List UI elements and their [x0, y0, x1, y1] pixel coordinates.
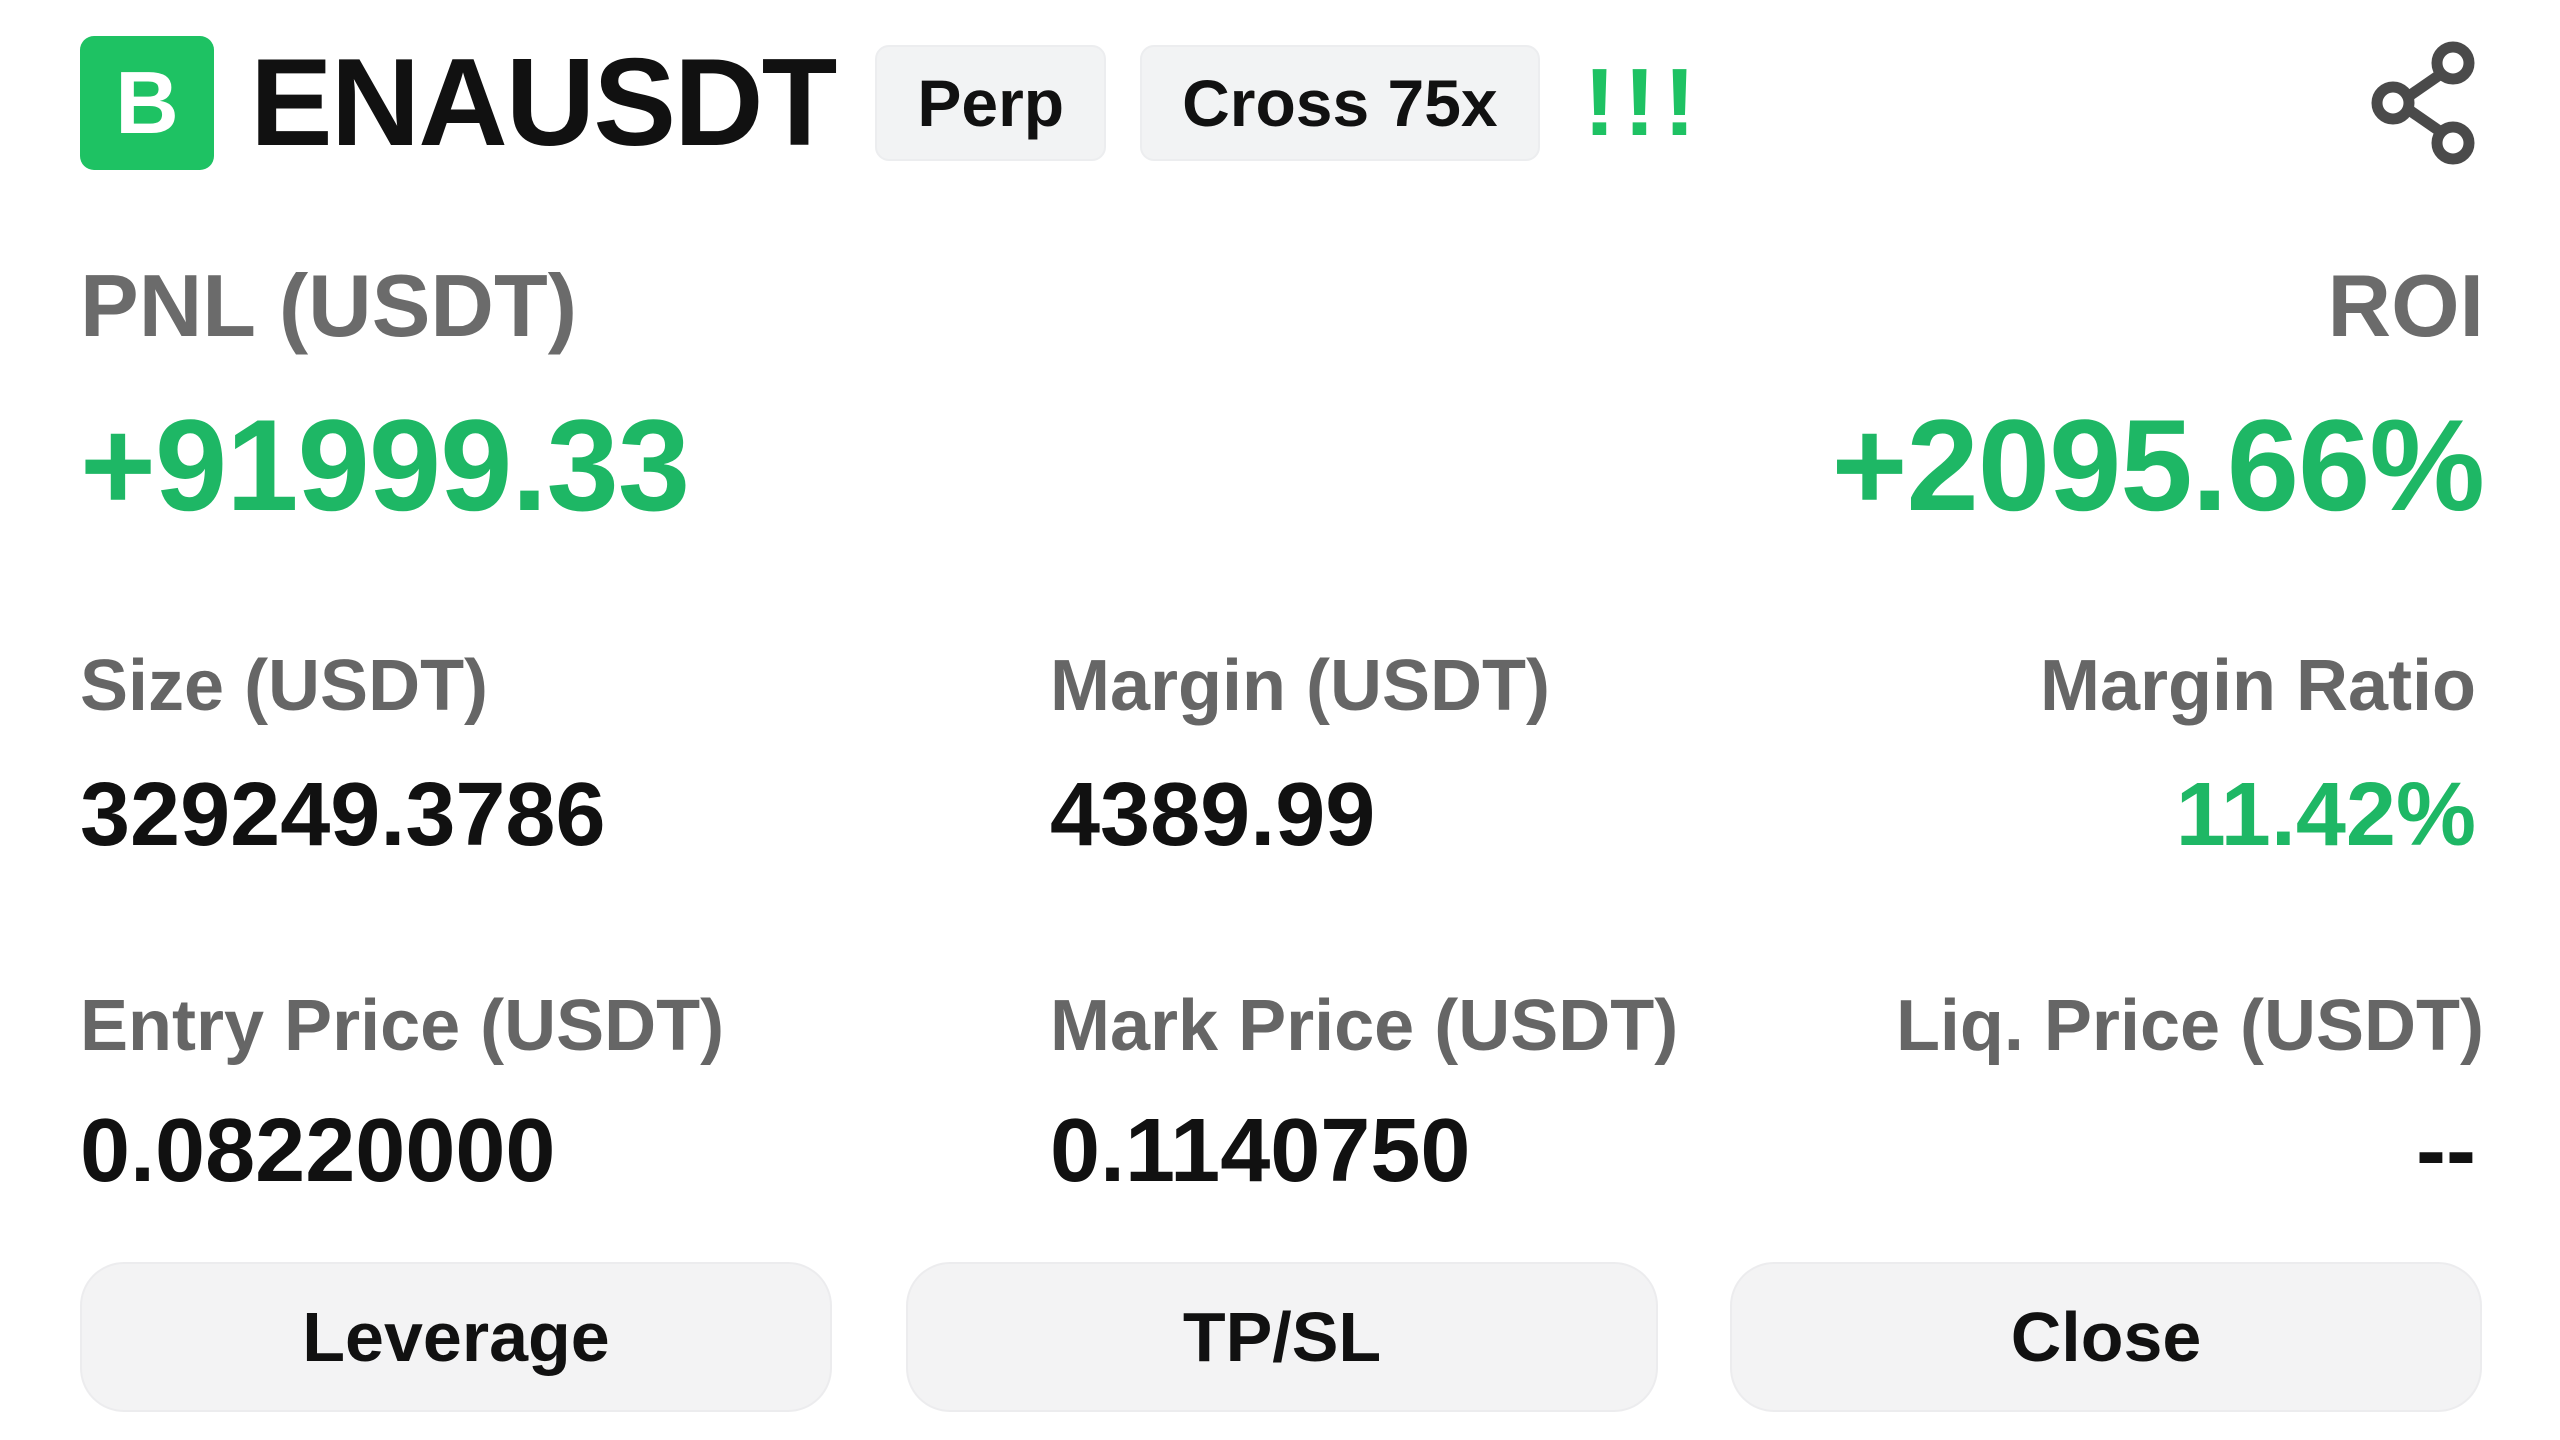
- roi-label: ROI: [2327, 256, 2484, 355]
- size-value: 329249.3786: [80, 765, 606, 865]
- tpsl-button[interactable]: TP/SL: [906, 1262, 1658, 1412]
- leverage-button[interactable]: Leverage: [80, 1262, 832, 1412]
- pnl-value: +91999.33: [80, 392, 690, 538]
- pnl-label: PNL (USDT): [80, 256, 578, 355]
- size-label: Size (USDT): [80, 646, 489, 726]
- roi-value: +2095.66%: [1831, 392, 2485, 538]
- mark-price-label: Mark Price (USDT): [1050, 986, 1679, 1066]
- alert-indicator: !!!: [1583, 49, 1704, 156]
- position-header: B ENAUSDT Perp Cross 75x !!!: [80, 36, 2484, 170]
- margin-value: 4389.99: [1050, 765, 1376, 865]
- liq-price-label: Liq. Price (USDT): [1895, 986, 2484, 1066]
- position-card: B ENAUSDT Perp Cross 75x !!! PNL (USDT) …: [0, 0, 2560, 1440]
- margin-label: Margin (USDT): [1050, 646, 1550, 726]
- exchange-logo-icon: B: [80, 36, 214, 170]
- margin-ratio-value: 11.42%: [2175, 765, 2476, 865]
- contract-type-chip: Perp: [875, 45, 1107, 161]
- entry-price-value: 0.08220000: [80, 1101, 556, 1201]
- mark-price-value: 0.1140750: [1050, 1101, 1471, 1201]
- share-glyph: [2371, 41, 2475, 165]
- liq-price-value: --: [2416, 1101, 2476, 1201]
- symbol-title: ENAUSDT: [250, 34, 837, 172]
- close-position-button[interactable]: Close: [1730, 1262, 2482, 1412]
- entry-price-label: Entry Price (USDT): [80, 986, 725, 1066]
- share-icon[interactable]: [2366, 38, 2484, 168]
- margin-ratio-label: Margin Ratio: [2039, 646, 2476, 726]
- margin-mode-chip[interactable]: Cross 75x: [1140, 45, 1540, 161]
